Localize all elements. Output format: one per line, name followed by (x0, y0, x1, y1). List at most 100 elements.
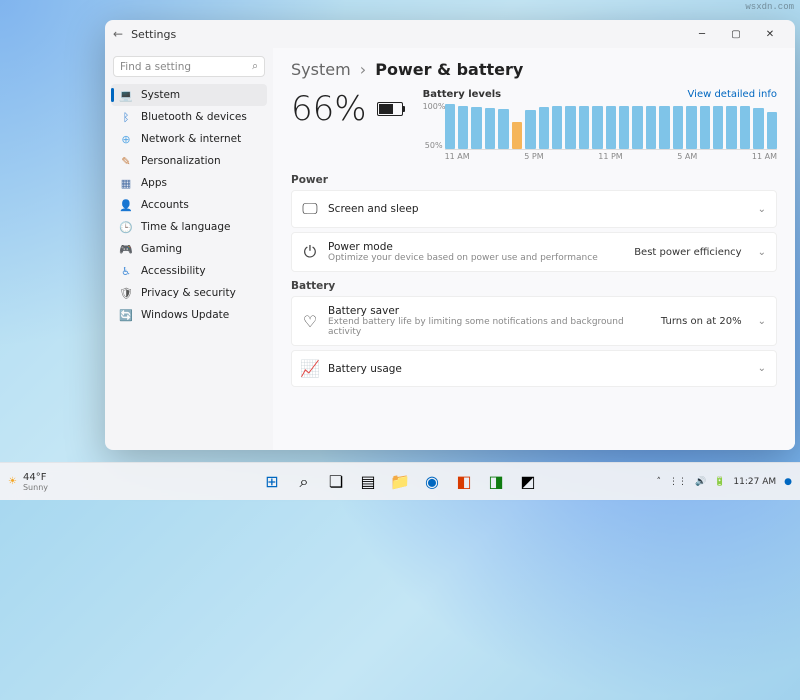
power-mode-card[interactable]: ⏻ Power mode Optimize your device based … (291, 232, 777, 272)
sun-icon: ☀ (8, 476, 17, 487)
nav-label: Accounts (141, 199, 189, 211)
nav-label: Personalization (141, 155, 221, 167)
pinned-app[interactable]: ◨ (482, 468, 510, 496)
start-button[interactable]: ⊞ (258, 468, 286, 496)
chart-bar (740, 106, 750, 149)
maximize-button[interactable]: ▢ (719, 20, 753, 48)
system-tray[interactable]: ˄ ⋮⋮ 🔊 🔋 11:27 AM ● (656, 477, 792, 487)
battery-chart: Battery levels View detailed info 100% 5… (423, 89, 777, 164)
volume-icon[interactable]: 🔊 (695, 477, 706, 487)
chart-bar (565, 106, 575, 149)
weather-cond: Sunny (23, 483, 48, 492)
sidebar-item-system[interactable]: 💻System (111, 84, 267, 106)
nav-label: Bluetooth & devices (141, 111, 247, 123)
nav-icon: ⊕ (119, 132, 133, 146)
view-detailed-link[interactable]: View detailed info (688, 89, 777, 100)
power-mode-value[interactable]: Best power efficiency (634, 247, 741, 258)
chart-bar (552, 106, 562, 149)
card-title: Battery saver (328, 305, 651, 317)
chart-bar (686, 106, 696, 149)
chart-bar (512, 122, 522, 149)
search-button[interactable]: ⌕ (290, 468, 318, 496)
chart-bar (579, 106, 589, 149)
pinned-app[interactable]: ◩ (514, 468, 542, 496)
chart-bar (498, 109, 508, 149)
notification-icon[interactable]: ● (784, 477, 792, 487)
back-button[interactable]: ← (113, 27, 123, 41)
tray-chevron-icon[interactable]: ˄ (656, 477, 661, 487)
widgets-button[interactable]: ▤ (354, 468, 382, 496)
chart-bar (700, 106, 710, 149)
nav-icon: 👤 (119, 198, 133, 212)
battery-saver-card[interactable]: ♡ Battery saver Extend battery life by l… (291, 296, 777, 346)
weather-widget[interactable]: ☀ 44°F Sunny (8, 472, 48, 492)
search-placeholder: Find a setting (120, 61, 191, 73)
nav-label: Accessibility (141, 265, 206, 277)
weather-temp: 44°F (23, 472, 48, 483)
nav-label: Windows Update (141, 309, 229, 321)
x-label: 11 AM (752, 152, 777, 161)
y-label: 50% (423, 141, 443, 150)
chevron-down-icon: ⌄ (758, 247, 766, 258)
chart-bar (458, 106, 468, 149)
nav-label: Gaming (141, 243, 182, 255)
battery-usage-card[interactable]: 📈 Battery usage ⌄ (291, 350, 777, 387)
taskbar: ☀ 44°F Sunny ⊞ ⌕ ❏ ▤ 📁 ◉ ◧ ◨ ◩ ˄ ⋮⋮ 🔊 🔋 … (0, 462, 800, 500)
chart-icon: 📈 (302, 359, 318, 378)
card-subtitle: Extend battery life by limiting some not… (328, 317, 651, 337)
nav-icon: ▦ (119, 176, 133, 190)
clock[interactable]: 11:27 AM (733, 477, 776, 487)
chart-bar (619, 106, 629, 149)
screen-icon: 🖵 (302, 199, 318, 219)
sidebar-item-privacy-security[interactable]: 🛡Privacy & security (111, 282, 267, 304)
sidebar-item-accounts[interactable]: 👤 Accounts (111, 194, 267, 216)
close-button[interactable]: ✕ (753, 20, 787, 48)
sidebar-item-time-language[interactable]: 🕒Time & language (111, 216, 267, 238)
battery-icon (377, 102, 403, 116)
chart-bar (646, 106, 656, 149)
section-power-label: Power (291, 174, 777, 186)
sidebar-item-personalization[interactable]: ✎Personalization (111, 150, 267, 172)
taskbar-center: ⊞ ⌕ ❏ ▤ 📁 ◉ ◧ ◨ ◩ (258, 468, 542, 496)
nav-label: System (141, 89, 180, 101)
nav-icon: ♿ (119, 264, 133, 278)
chart-bar (471, 107, 481, 149)
sidebar-item-apps[interactable]: ▦Apps (111, 172, 267, 194)
minimize-button[interactable]: ─ (685, 20, 719, 48)
chart-bar (767, 112, 777, 149)
content-area: System › Power & battery 66% Battery lev… (273, 48, 795, 450)
x-label: 5 PM (524, 152, 543, 161)
battery-saver-value: Turns on at 20% (661, 316, 742, 327)
pinned-app[interactable]: ◧ (450, 468, 478, 496)
sidebar-item-bluetooth-devices[interactable]: ᛒ Bluetooth & devices (111, 106, 267, 128)
search-input[interactable]: Find a setting ⌕ (113, 56, 265, 77)
sidebar-item-network-internet[interactable]: ⊕Network & internet (111, 128, 267, 150)
nav-icon: ᛒ (119, 110, 133, 124)
edge-button[interactable]: ◉ (418, 468, 446, 496)
explorer-button[interactable]: 📁 (386, 468, 414, 496)
section-battery-label: Battery (291, 280, 777, 292)
nav-icon: 🔄 (119, 308, 133, 322)
settings-window: ← Settings ─ ▢ ✕ Find a setting ⌕ 💻Syste… (105, 20, 795, 450)
battery-percent-value: 66% (291, 89, 367, 129)
card-title: Screen and sleep (328, 203, 742, 215)
wifi-icon[interactable]: ⋮⋮ (669, 477, 687, 487)
sidebar-item-windows-update[interactable]: 🔄 Windows Update (111, 304, 267, 326)
sidebar-item-accessibility[interactable]: ♿ Accessibility (111, 260, 267, 282)
chart-bar (525, 110, 535, 149)
search-icon: ⌕ (252, 60, 258, 73)
chart-bar (673, 106, 683, 149)
breadcrumb: System › Power & battery (291, 60, 777, 79)
power-icon: ⏻ (302, 242, 318, 262)
breadcrumb-parent[interactable]: System (291, 60, 351, 79)
chart-bar (753, 108, 763, 149)
x-label: 11 PM (598, 152, 622, 161)
nav-icon: 🕒 (119, 220, 133, 234)
task-view-button[interactable]: ❏ (322, 468, 350, 496)
sidebar-item-gaming[interactable]: 🎮Gaming (111, 238, 267, 260)
titlebar: ← Settings ─ ▢ ✕ (105, 20, 795, 48)
screen-sleep-card[interactable]: 🖵 Screen and sleep ⌄ (291, 190, 777, 228)
battery-tray-icon[interactable]: 🔋 (714, 477, 725, 487)
watermark: wsxdn.com (745, 2, 794, 12)
chart-bar (726, 106, 736, 149)
